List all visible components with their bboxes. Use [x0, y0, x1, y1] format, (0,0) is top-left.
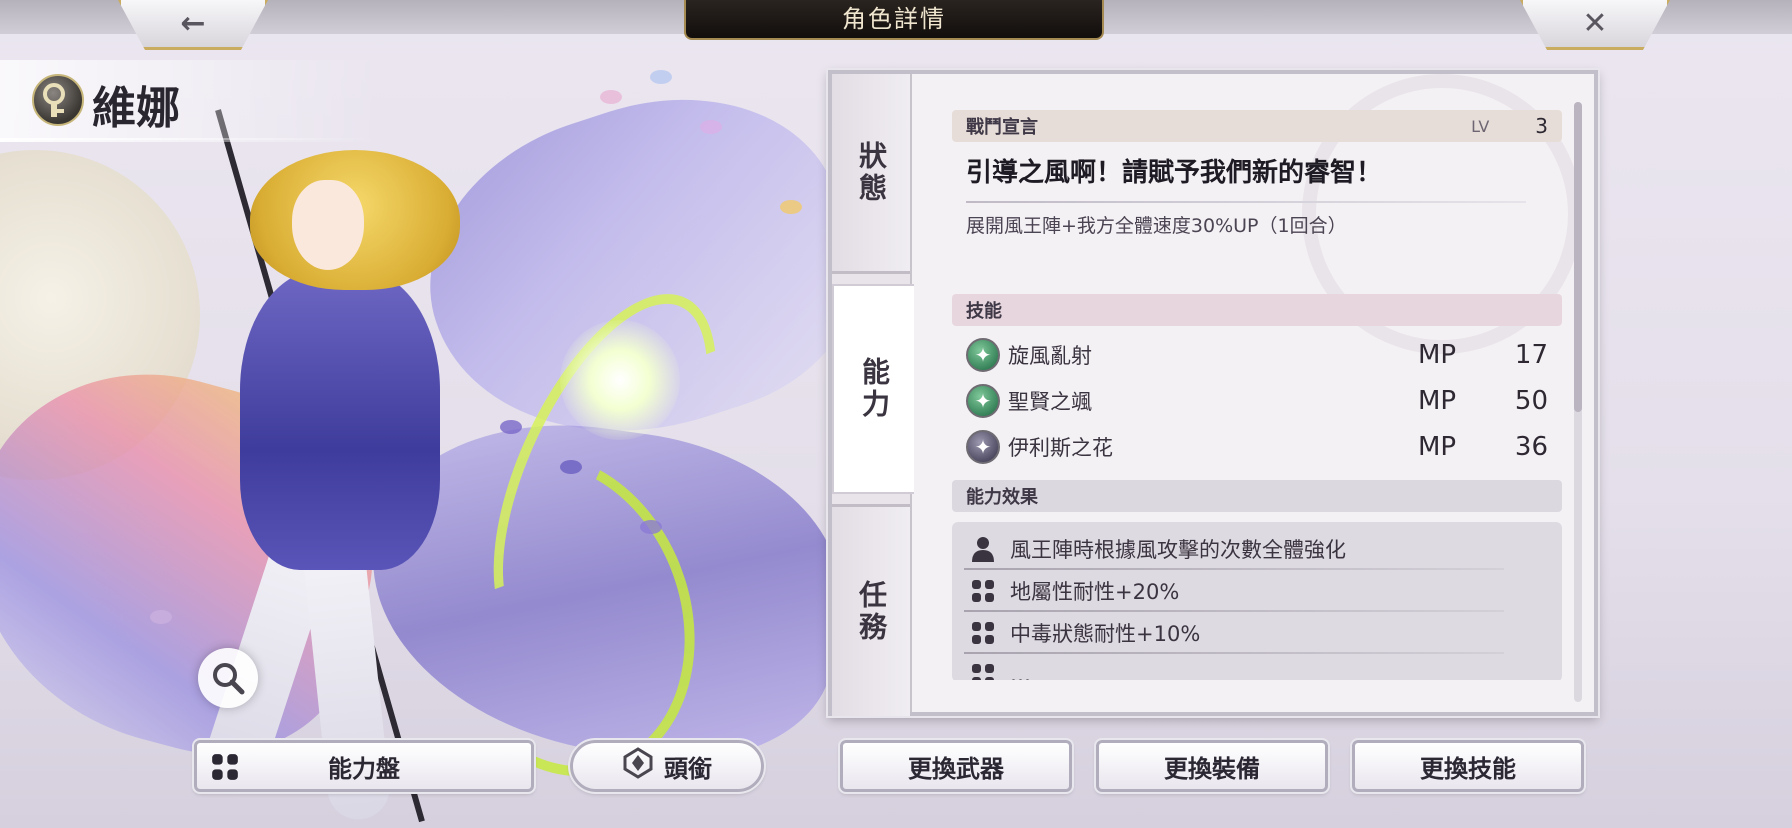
tab-status[interactable]: 狀態 — [832, 74, 910, 274]
effect-text: 中毒狀態耐性+10% — [1010, 622, 1201, 646]
skill-list: ✦ 旋風亂射 MP 17 ✦ 聖賢之颯 MP 50 ✦ 伊利斯之花 MP 36 — [952, 332, 1562, 470]
wind-glow — [560, 320, 680, 440]
skill-name: 伊利斯之花 — [1008, 436, 1113, 460]
battle-declaration-title: 引導之風啊！請賦予我們新的睿智！ — [966, 158, 1383, 188]
change-skill-button[interactable]: 更換技能 — [1350, 738, 1586, 794]
mp-label: MP — [1418, 386, 1457, 416]
panel-content[interactable]: 戰鬥宣言 LV 3 引導之風啊！請賦予我們新的睿智！ 展開風王陣+我方全體速度3… — [952, 110, 1562, 680]
info-panel: 狀態 能力 任務 戰鬥宣言 LV 3 引導之風啊！請賦予我們新的睿智！ 展開風王… — [826, 68, 1600, 718]
butterfly — [500, 420, 522, 434]
skill-row[interactable]: ✦ 旋風亂射 MP 17 — [952, 332, 1562, 378]
effect-text: 地屬性耐性+20% — [1010, 580, 1180, 604]
effect-row: … — [952, 654, 1562, 680]
grid-icon — [970, 662, 996, 680]
name-underline — [0, 138, 380, 142]
effect-row: 地屬性耐性+20% — [952, 570, 1562, 612]
skill-name: 旋風亂射 — [1008, 344, 1092, 368]
crest-icon — [622, 747, 654, 785]
skill-row[interactable]: ✦ 聖賢之颯 MP 50 — [952, 378, 1562, 424]
wind-star-icon: ✦ — [966, 384, 1000, 418]
back-arrow-icon: ← — [180, 6, 206, 41]
ability-effects-header: 能力效果 — [952, 480, 1562, 512]
character-name: 維娜 — [92, 83, 180, 134]
wind-star-icon: ✦ — [966, 338, 1000, 372]
change-weapon-button[interactable]: 更換武器 — [838, 738, 1074, 794]
butterfly — [150, 610, 172, 624]
close-icon: ✕ — [1582, 6, 1608, 41]
butterfly — [700, 120, 722, 134]
mp-label: MP — [1418, 432, 1457, 462]
battle-declaration-description: 展開風王陣+我方全體速度30%UP（1回合） — [966, 215, 1347, 237]
ability-board-label: 能力盤 — [328, 753, 400, 783]
level-label: LV — [1471, 116, 1490, 136]
level-display: LV 3 — [1471, 114, 1548, 138]
page-title: 角色詳情 — [684, 0, 1104, 40]
mp-label: MP — [1418, 340, 1457, 370]
grid-icon — [211, 753, 239, 787]
person-icon — [970, 536, 996, 562]
butterfly — [600, 90, 622, 104]
mp-value: 50 — [1514, 386, 1548, 416]
effect-text: … — [1010, 663, 1031, 680]
magnifier-icon — [213, 663, 245, 695]
mp-value: 17 — [1514, 340, 1548, 370]
battle-declaration-label: 戰鬥宣言 — [966, 117, 1038, 138]
tab-ability[interactable]: 能力 — [832, 284, 914, 494]
skill-row[interactable]: ✦ 伊利斯之花 MP 36 — [952, 424, 1562, 470]
skill-name: 聖賢之颯 — [1008, 390, 1092, 414]
grid-icon — [970, 578, 996, 604]
panel-tabs: 狀態 能力 任務 — [832, 74, 914, 716]
title-button-label: 頭銜 — [664, 753, 712, 783]
butterfly — [780, 200, 802, 214]
divider — [966, 201, 1526, 203]
scrollbar[interactable] — [1574, 102, 1582, 702]
butterfly — [650, 70, 672, 84]
tab-quest[interactable]: 任務 — [832, 504, 910, 716]
butterfly — [560, 460, 582, 474]
battle-declaration-header: 戰鬥宣言 LV 3 — [952, 110, 1562, 142]
star-icon: ✦ — [966, 430, 1000, 464]
ability-effects-list: 風王陣時根據風攻擊的次數全體強化 地屬性耐性+20% 中毒狀態耐性+10% … — [952, 522, 1562, 680]
effect-text: 風王陣時根據風攻擊的次數全體強化 — [1010, 538, 1346, 562]
change-equipment-button[interactable]: 更換裝備 — [1094, 738, 1330, 794]
zoom-button[interactable] — [198, 648, 258, 708]
ability-board-button[interactable]: 能力盤 — [192, 738, 536, 794]
effect-row: 風王陣時根據風攻擊的次數全體強化 — [952, 528, 1562, 570]
character-dress — [240, 270, 440, 570]
mp-value: 36 — [1514, 432, 1548, 462]
level-value: 3 — [1535, 114, 1548, 138]
close-button[interactable]: ✕ — [1520, 0, 1670, 50]
effect-row: 中毒狀態耐性+10% — [952, 612, 1562, 654]
scrollbar-thumb[interactable] — [1574, 102, 1582, 412]
butterfly — [640, 520, 662, 534]
title-button[interactable]: 頭銜 — [568, 738, 766, 794]
grid-icon — [970, 620, 996, 646]
key-icon — [32, 74, 84, 126]
skills-header: 技能 — [952, 294, 1562, 326]
character-face — [292, 180, 364, 270]
